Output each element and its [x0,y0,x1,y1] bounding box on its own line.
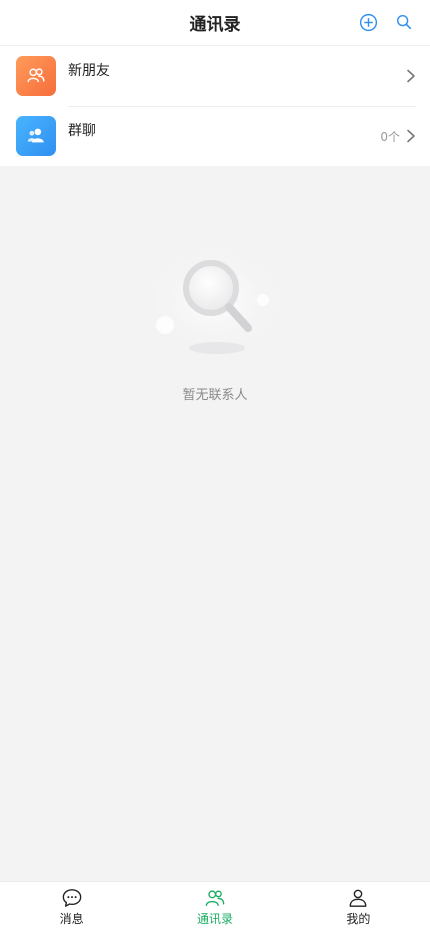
tab-contacts[interactable]: 通讯录 [143,882,286,932]
group-chats-right: 0个 [380,128,416,145]
magnifier-illustration [143,245,287,355]
group-chats-item[interactable]: 群聊 0个 [0,106,430,166]
contacts-icon [205,889,225,906]
chevron-right-icon [407,129,415,143]
tab-me[interactable]: 我的 [287,882,430,932]
page-title: 通讯录 [189,15,241,35]
search-icon[interactable] [394,12,414,32]
header-actions [358,12,414,32]
group-chats-label: 群聊 [68,123,96,139]
new-friends-label: 新朋友 [68,63,110,79]
bottom-tab-bar: 消息 通讯录 我的 [0,881,430,932]
plus-circle-icon[interactable] [358,12,378,32]
new-friends-right [400,69,416,83]
tab-messages[interactable]: 消息 [0,882,143,932]
chevron-right-icon [407,69,415,83]
new-friends-item[interactable]: 新朋友 [0,46,430,106]
contact-entry-list: 新朋友 群聊 0个 [0,46,430,166]
tab-messages-label: 消息 [59,911,84,926]
empty-state-text: 暂无联系人 [182,388,248,403]
empty-state: 暂无联系人 [0,240,430,403]
tab-me-label: 我的 [346,911,371,926]
chat-bubble-icon [62,888,81,907]
person-icon [349,889,367,907]
tab-contacts-label: 通讯录 [196,911,233,926]
group-icon [16,116,56,156]
users-icon [16,56,56,96]
group-chats-count: 0个 [380,129,400,144]
top-bar: 通讯录 [0,0,430,46]
